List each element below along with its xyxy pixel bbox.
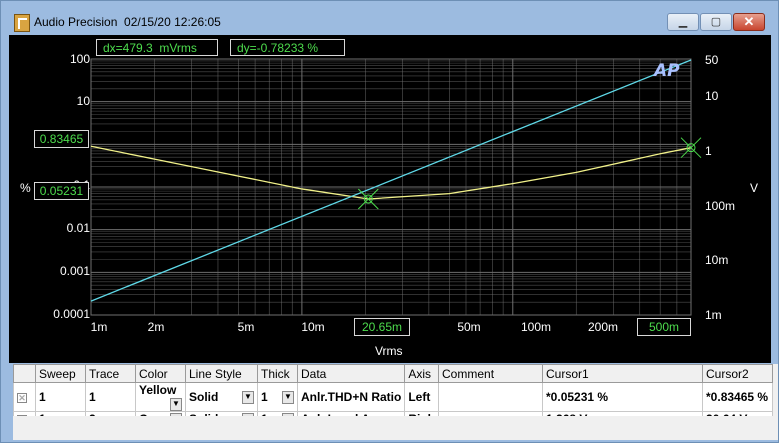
- color-cell[interactable]: Yellow ▼: [135, 382, 186, 412]
- x-tick-label: 2m: [147, 320, 165, 334]
- app-logo-icon[interactable]: [14, 14, 30, 32]
- axis-cell[interactable]: Left: [404, 382, 440, 412]
- x-tick-label: 5m: [237, 320, 255, 334]
- maximize-button[interactable]: ▢: [700, 13, 732, 31]
- dy-readout: dy=-0.78233 %: [230, 39, 345, 56]
- y2-tick-label: 100m: [705, 199, 736, 213]
- chevron-down-icon[interactable]: ▼: [170, 398, 182, 411]
- graph-area[interactable]: dx=479.3 mVrms dy=-0.78233 % 100 10 0.1 …: [9, 35, 771, 363]
- cursor2-left-readout: 0.83465: [34, 130, 89, 148]
- thick-value: 1: [261, 390, 268, 404]
- data-cell[interactable]: Anlr.THD+N Ratio: [296, 382, 406, 412]
- column-header-trace[interactable]: Trace: [85, 364, 136, 383]
- column-header-comment[interactable]: Comment: [438, 364, 544, 383]
- line-style-cell[interactable]: Solid ▼: [185, 382, 258, 412]
- app-window: Audio Precision 02/15/20 12:26:05 ▁ ▢ ✕ …: [0, 0, 779, 443]
- y-axis-title: %: [20, 181, 31, 195]
- x-tick-label: 50m: [457, 320, 481, 334]
- table-row[interactable]: ✕ 1 1 Yellow ▼ Solid ▼ 1 ▼ Anlr.THD+N Ratio…: [13, 382, 774, 412]
- line-style-value: Solid: [189, 390, 219, 404]
- trace-cell[interactable]: 1: [85, 382, 136, 412]
- column-header-data[interactable]: Data: [296, 364, 406, 383]
- y2-tick-label: 10: [705, 89, 719, 103]
- y2-tick-label: 1: [705, 144, 712, 158]
- cursor1-left-readout: 0.05231: [34, 182, 89, 200]
- y-tick-label: 0.001: [59, 264, 90, 278]
- y2-axis-title: V: [750, 181, 759, 195]
- x-tick-label: 200m: [587, 320, 619, 334]
- column-header-color[interactable]: Color: [135, 364, 186, 383]
- y2-tick-label: 50: [705, 53, 719, 67]
- column-header-select[interactable]: [13, 364, 36, 383]
- cursor2-x-readout: 500m: [637, 318, 691, 336]
- trace-table-panel: Sweep Trace Color Line Style Thick Data …: [13, 364, 778, 440]
- minimize-button[interactable]: ▁: [667, 13, 699, 31]
- y-tick-label: 0.0001: [53, 307, 90, 321]
- dx-readout: dx=479.3 mVrms: [96, 39, 218, 56]
- cursor1-x-readout: 20.65m: [354, 318, 410, 336]
- column-header-line-style[interactable]: Line Style: [185, 364, 258, 383]
- column-header-cursor1[interactable]: Cursor1: [542, 364, 704, 383]
- table-empty-area: [13, 416, 778, 440]
- x-tick-label: 1m: [90, 320, 108, 334]
- thick-cell[interactable]: 1▼: [257, 382, 298, 412]
- y2-tick-label: 10m: [705, 253, 729, 267]
- y-tick-label: 0.01: [66, 221, 90, 235]
- graph-svg[interactable]: [9, 35, 771, 363]
- maximize-icon: ▢: [710, 16, 722, 28]
- column-header-axis[interactable]: Axis: [404, 364, 440, 383]
- sweep-cell[interactable]: 1: [35, 382, 86, 412]
- ap-logo: AP: [654, 61, 680, 81]
- y-tick-label: 100: [69, 52, 90, 66]
- x-axis-title: Vrms: [375, 344, 403, 358]
- comment-cell[interactable]: [438, 382, 544, 412]
- close-button[interactable]: ✕: [733, 13, 765, 31]
- column-header-sweep[interactable]: Sweep: [35, 364, 86, 383]
- cursor1-cell: *0.05231 %: [542, 382, 704, 412]
- trace-enable-checkbox[interactable]: ✕: [17, 393, 27, 403]
- chevron-down-icon[interactable]: ▼: [242, 391, 254, 404]
- column-header-cursor2[interactable]: Cursor2: [702, 364, 774, 383]
- column-header-thick[interactable]: Thick: [257, 364, 298, 383]
- title-bar[interactable]: Audio Precision 02/15/20 12:26:05 ▁ ▢ ✕: [1, 1, 778, 35]
- close-icon: ✕: [743, 14, 755, 29]
- x-tick-label: 10m: [301, 320, 325, 334]
- minimize-icon: ▁: [678, 16, 688, 28]
- x-tick-label: 100m: [520, 320, 552, 334]
- y2-tick-label: 1m: [705, 308, 722, 322]
- series-line-2: [90, 59, 692, 302]
- chevron-down-icon[interactable]: ▼: [282, 391, 294, 404]
- cursor2-cell: *0.83465 %: [702, 382, 774, 412]
- y-tick-label: 10: [76, 94, 90, 108]
- table-header-row: Sweep Trace Color Line Style Thick Data …: [13, 364, 774, 383]
- trace-enable-cell[interactable]: ✕: [13, 382, 36, 412]
- window-title: Audio Precision 02/15/20 12:26:05: [34, 15, 221, 29]
- color-value: Yellow: [139, 383, 177, 398]
